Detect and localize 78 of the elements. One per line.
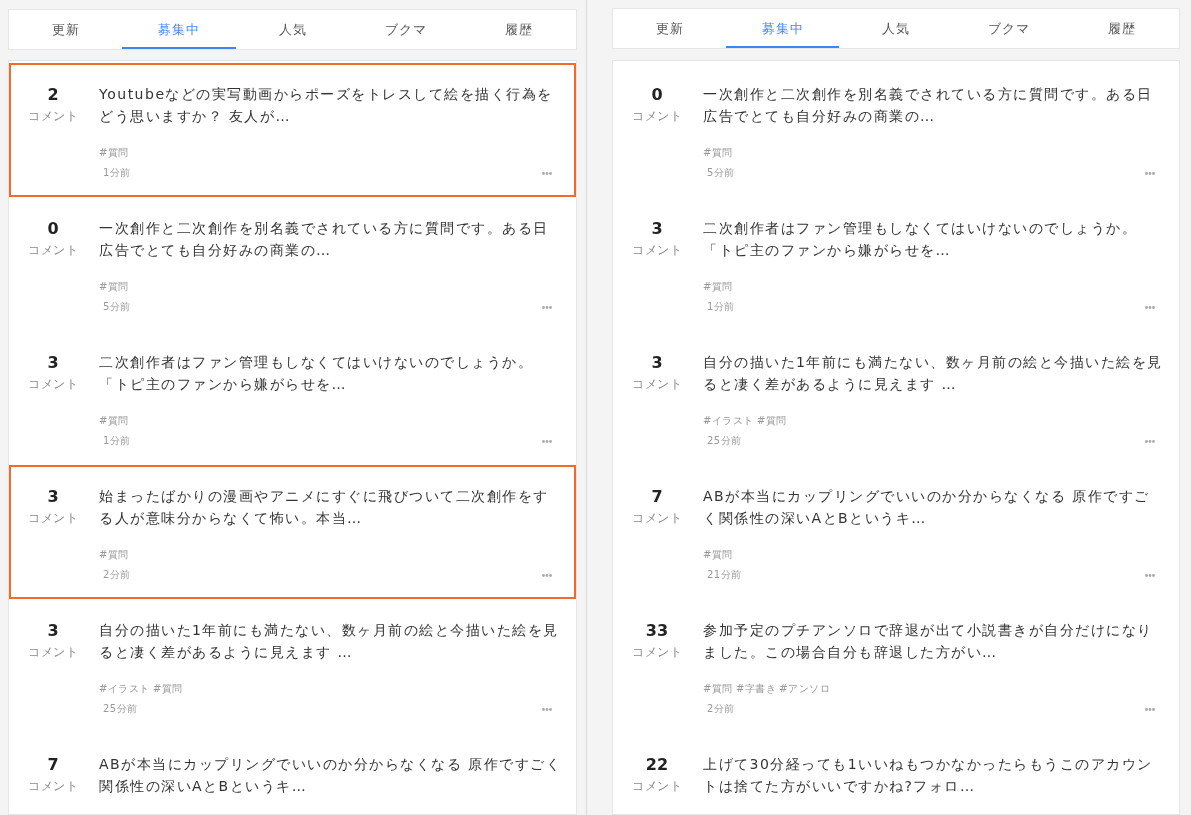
post-time: 2分前	[706, 702, 735, 716]
post-item[interactable]: 3 コメント 自分の描いた1年前にも満たない、数ヶ月前の絵と今描いた絵を見ると凄く差があるように見えます … #イラスト #質問 25分前	[9, 599, 576, 733]
post-item[interactable]: 3 コメント 始まったばかりの漫画やアニメにすぐに飛びついて二次創作をする人が意味分からなくて怖い。本当… #質問 2分前	[9, 465, 576, 599]
tab[interactable]: 人気	[235, 10, 350, 49]
tab[interactable]: 履歴	[462, 10, 577, 49]
tab[interactable]: 募集中	[726, 9, 840, 48]
more-icon[interactable]	[542, 305, 552, 309]
comment-label: コメント	[27, 108, 79, 125]
post-item[interactable]: 3 コメント 自分の描いた1年前にも満たない、数ヶ月前の絵と今描いた絵を見ると凄く差があるように見えます … #イラスト #質問 25分前	[613, 331, 1179, 465]
post-time: 25分前	[102, 702, 138, 716]
tab[interactable]: 履歴	[1065, 9, 1179, 48]
tab[interactable]: 更新	[9, 10, 123, 49]
comment-count: 22	[644, 754, 670, 775]
comment-label: コメント	[631, 644, 683, 661]
comment-count: 3	[650, 218, 664, 239]
post-item[interactable]: 33 コメント 参加予定のプチアンソロで辞退が出て小説書きが自分だけになりました。この場合自分も辞退した方がい… #質問 #字書き #アンソロ 2分前	[613, 599, 1179, 733]
more-icon[interactable]	[1145, 573, 1155, 577]
comment-count: 2	[46, 84, 60, 105]
comment-label: コメント	[27, 376, 79, 393]
comment-count: 7	[650, 486, 664, 507]
post-item[interactable]: 7 コメント ABが本当にカップリングでいいのか分からなくなる 原作ですごく関係性の深いAとBというキ… #質問 21分前	[613, 465, 1179, 599]
post-item[interactable]: 22 コメント 上げて30分経っても1いいねもつかなかったらもうこのアカウントは捨てた方がいいですかね?フォロ…	[613, 733, 1179, 813]
post-item[interactable]: 3 コメント 二次創作者はファン管理もしなくてはいけないのでしょうか。「トピ主のファンから嫌がらせを… #質問 1分前	[613, 197, 1179, 331]
comment-label: コメント	[631, 376, 683, 393]
comment-count: 3	[46, 352, 60, 373]
post-time: 25分前	[706, 434, 742, 448]
post-title: 自分の描いた1年前にも満たない、数ヶ月前の絵と今描いた絵を見ると凄く差があるように見えます …	[703, 353, 1164, 394]
tab[interactable]: 人気	[839, 9, 953, 48]
post-title: 二次創作者はファン管理もしなくてはいけないのでしょうか。「トピ主のファンから嫌がらせを…	[99, 353, 534, 394]
post-title: ABが本当にカップリングでいいのか分からなくなる 原作ですごく関係性の深いAとBというキ…	[703, 487, 1151, 528]
comment-label: コメント	[631, 108, 683, 125]
more-icon[interactable]	[1145, 439, 1155, 443]
post-title: 一次創作と二次創作を別名義でされている方に質問です。ある日広告でとても自分好みの商業の…	[703, 85, 1154, 126]
more-icon[interactable]	[542, 707, 552, 711]
more-icon[interactable]	[1145, 305, 1155, 309]
comment-label: コメント	[27, 510, 79, 527]
comment-count: 3	[650, 352, 664, 373]
post-title: 二次創作者はファン管理もしなくてはいけないのでしょうか。「トピ主のファンから嫌がらせを…	[703, 219, 1138, 260]
tab[interactable]: ブクマ	[349, 10, 463, 49]
post-title: 上げて30分経っても1いいねもつかなかったらもうこのアカウントは捨てた方がいいですかね?フォロ…	[703, 755, 1154, 796]
post-time: 5分前	[706, 166, 735, 180]
comment-label: コメント	[631, 242, 683, 259]
post-title: Youtubeなどの実写動画からポーズをトレスして絵を描く行為をどう思いますか？ 友人が…	[99, 85, 554, 126]
post-title: 始まったばかりの漫画やアニメにすぐに飛びついて二次創作をする人が意味分からなくて怖い。本当…	[99, 487, 550, 528]
comment-count: 0	[650, 84, 664, 105]
post-time: 1分前	[102, 166, 131, 180]
post-time: 21分前	[706, 568, 742, 582]
post-item[interactable]: 0 コメント 一次創作と二次創作を別名義でされている方に質問です。ある日広告でとても自分好みの商業の… #質問 5分前	[9, 197, 576, 331]
comment-label: コメント	[631, 510, 683, 527]
more-icon[interactable]	[1145, 171, 1155, 175]
post-item[interactable]: 2 コメント Youtubeなどの実写動画からポーズをトレスして絵を描く行為をどう思いますか？ 友人が… #質問 1分前	[9, 63, 576, 197]
post-item[interactable]: 0 コメント 一次創作と二次創作を別名義でされている方に質問です。ある日広告でとても自分好みの商業の… #質問 5分前	[613, 63, 1179, 197]
post-title: 自分の描いた1年前にも満たない、数ヶ月前の絵と今描いた絵を見ると凄く差があるように見えます …	[99, 621, 560, 662]
comment-count: 33	[644, 620, 670, 641]
comment-label: コメント	[27, 242, 79, 259]
tab[interactable]: ブクマ	[952, 9, 1066, 48]
comment-count: 0	[46, 218, 60, 239]
post-time: 1分前	[706, 300, 735, 314]
post-item[interactable]: 3 コメント 二次創作者はファン管理もしなくてはいけないのでしょうか。「トピ主のファンから嫌がらせを… #質問 1分前	[9, 331, 576, 465]
post-time: 5分前	[102, 300, 131, 314]
more-icon[interactable]	[542, 573, 552, 577]
comment-label: コメント	[27, 644, 79, 661]
tab[interactable]: 募集中	[122, 10, 236, 49]
comment-count: 3	[46, 620, 60, 641]
post-time: 2分前	[102, 568, 131, 582]
more-icon[interactable]	[1145, 707, 1155, 711]
more-icon[interactable]	[542, 439, 552, 443]
post-title: 一次創作と二次創作を別名義でされている方に質問です。ある日広告でとても自分好みの商業の…	[99, 219, 550, 260]
post-time: 1分前	[102, 434, 131, 448]
post-title: ABが本当にカップリングでいいのか分からなくなる 原作ですごく関係性の深いAとBというキ…	[99, 755, 562, 796]
comment-count: 7	[46, 754, 60, 775]
tab[interactable]: 更新	[613, 9, 727, 48]
post-item[interactable]: 7 コメント ABが本当にカップリングでいいのか分からなくなる 原作ですごく関係性の深いAとBというキ…	[9, 733, 576, 813]
post-title: 参加予定のプチアンソロで辞退が出て小説書きが自分だけになりました。この場合自分も辞退した方がい…	[703, 621, 1154, 662]
more-icon[interactable]	[542, 171, 552, 175]
comment-label: コメント	[631, 778, 683, 795]
comment-label: コメント	[27, 778, 79, 795]
comment-count: 3	[46, 486, 60, 507]
